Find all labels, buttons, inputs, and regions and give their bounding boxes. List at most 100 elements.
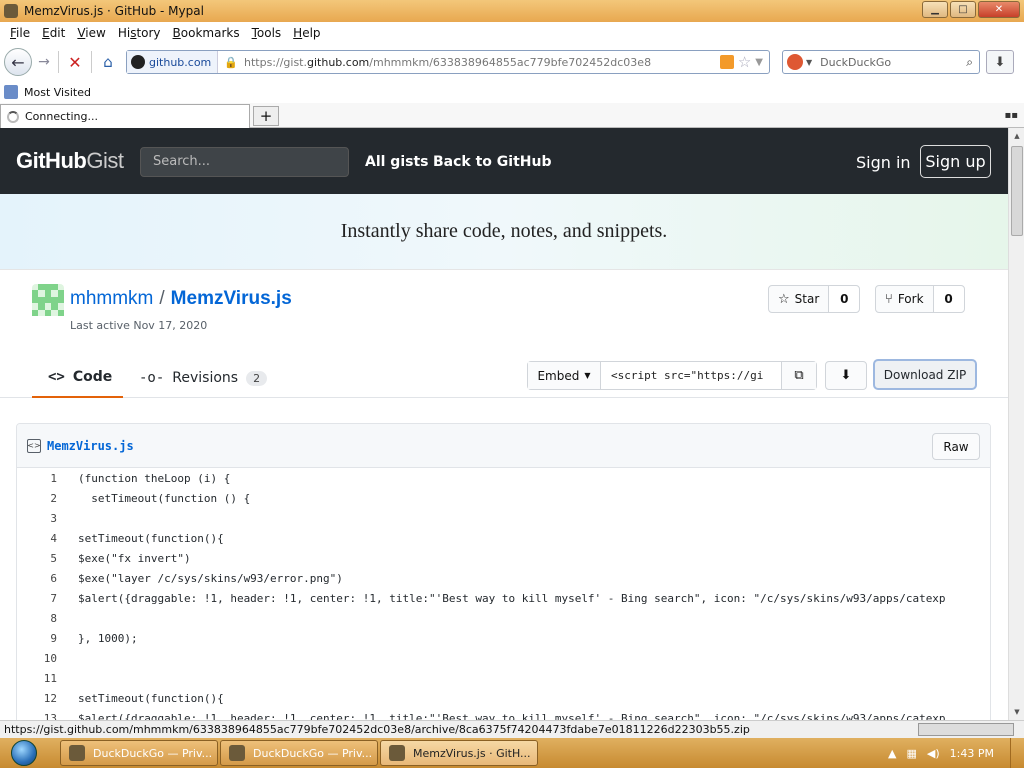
line-number[interactable]: 12 [17,692,57,705]
show-desktop-button[interactable] [1010,738,1024,768]
gist-filename-link[interactable]: MemzVirus.js [171,288,292,309]
star-button-group: ☆ Star 0 [768,285,861,313]
search-input[interactable]: DuckDuckGo [820,56,966,69]
github-favicon-icon [131,55,145,69]
search-engine-dropdown-icon[interactable]: ▼ [806,58,812,67]
close-window-button[interactable]: ✕ [978,1,1020,18]
logo-github-text: GitHub [16,148,87,173]
rss-icon[interactable] [719,55,734,69]
clock[interactable]: 1:43 PM [950,747,994,760]
line-content: $alert({draggable: !1, header: !1, cente… [78,711,946,721]
line-content: setTimeout(function () { [78,491,251,505]
fork-button[interactable]: ⑂ Fork [876,286,934,312]
line-number[interactable]: 7 [17,592,57,605]
avatar[interactable] [32,284,64,316]
line-number[interactable]: 13 [17,712,57,721]
toolbar-separator [91,51,92,73]
gist-search-input[interactable]: Search... [140,147,349,177]
start-button[interactable] [6,738,42,768]
back-button[interactable]: ← [4,48,32,76]
tray-arrow-icon[interactable]: ▲ [888,747,896,760]
copy-icon[interactable]: ⧉ [781,362,816,389]
menu-file[interactable]: File [4,26,36,40]
url-bar[interactable]: github.com 🔒 https://gist.github.com/mhm… [126,50,770,74]
line-content: }, 1000); [78,631,138,645]
taskbar-item[interactable]: DuckDuckGo — Priv... [220,740,378,766]
scroll-up-arrow-icon[interactable]: ▲ [1009,128,1024,144]
fork-count[interactable]: 0 [933,286,964,312]
line-number[interactable]: 3 [17,512,57,525]
tab-revisions[interactable]: -o- Revisions 2 [139,358,268,398]
embed-group: Embed ▼ <script src="https://gi ⧉ [527,361,817,390]
menu-help[interactable]: Help [287,26,326,40]
tab-strip: Connecting... + ▪▪ [0,103,1024,128]
home-button[interactable]: ⌂ [96,50,120,74]
code-line: 7 $alert({draggable: !1, header: !1, cent… [17,588,990,608]
menu-view[interactable]: View [71,26,111,40]
back-to-github-link[interactable]: Back to GitHub [433,154,551,170]
minimize-button[interactable]: ▁ [922,1,948,18]
network-icon[interactable]: ▦ [907,747,917,760]
url-text[interactable]: https://gist.github.com/mhmmkm/633838964… [244,56,720,69]
vertical-scrollbar[interactable]: ▲ ▼ [1008,128,1024,720]
line-number[interactable]: 10 [17,652,57,665]
stop-button[interactable]: ✕ [63,50,87,74]
code-line: 12 setTimeout(function(){ [17,688,990,708]
sign-up-button[interactable]: Sign up [920,145,991,178]
duckduckgo-icon[interactable] [787,54,803,70]
scroll-down-arrow-icon[interactable]: ▼ [1009,704,1024,720]
embed-code-field[interactable]: <script src="https://gi [601,362,781,389]
list-all-tabs-icon[interactable]: ▪▪ [1004,110,1018,121]
window-controls: ▁ □ ✕ [922,1,1020,18]
line-content: setTimeout(function(){ [78,691,224,705]
embed-dropdown[interactable]: Embed ▼ [528,362,601,389]
code-line: 13 $alert({draggable: !1, header: !1, cen… [17,708,990,721]
scrollbar-thumb[interactable] [1011,146,1023,236]
file-name-link[interactable]: MemzVirus.js [47,439,134,453]
code-icon: <> [48,369,65,385]
file-code-icon: <> [27,438,41,453]
menu-bookmarks[interactable]: Bookmarks [167,26,246,40]
menu-history[interactable]: History [112,26,167,40]
all-gists-link[interactable]: All gists [365,154,429,170]
volume-icon[interactable]: ◀) [927,747,940,760]
menu-tools[interactable]: Tools [246,26,288,40]
new-tab-button[interactable]: + [253,106,279,126]
bookmark-most-visited[interactable]: Most Visited [24,86,91,99]
embed-label: Embed [537,368,580,383]
github-gist-logo[interactable]: GitHubGist [16,148,124,174]
site-identity-button[interactable]: github.com [127,51,219,73]
taskbar-item[interactable]: DuckDuckGo — Priv... [60,740,218,766]
raw-button[interactable]: Raw [932,433,980,460]
navigation-toolbar: ← → ✕ ⌂ github.com 🔒 https://gist.github… [0,44,1024,80]
url-dropdown-icon[interactable]: ▼ [755,57,763,68]
site-identity-label: github.com [149,55,212,69]
window-titlebar: MemzVirus.js · GitHub - Mypal ▁ □ ✕ [0,0,1024,22]
line-number[interactable]: 1 [17,472,57,485]
taskbar-item-active[interactable]: MemzVirus.js · GitH... [380,740,538,766]
gist-owner-link[interactable]: mhmmkm [70,288,153,309]
open-desktop-icon[interactable]: ⬇ [825,361,867,390]
line-number[interactable]: 4 [17,532,57,545]
line-number[interactable]: 5 [17,552,57,565]
line-number[interactable]: 11 [17,672,57,685]
search-icon[interactable]: ⌕ [966,55,973,70]
code-line: 1 (function theLoop (i) { [17,468,990,488]
browser-tab[interactable]: Connecting... [0,104,250,128]
line-number[interactable]: 9 [17,632,57,645]
sign-in-link[interactable]: Sign in [856,153,911,172]
line-number[interactable]: 6 [17,572,57,585]
download-zip-button[interactable]: Download ZIP [873,359,977,390]
line-number[interactable]: 2 [17,492,57,505]
tab-code[interactable]: <> Code [32,358,123,398]
star-button[interactable]: ☆ Star [769,286,830,312]
menu-edit[interactable]: Edit [36,26,71,40]
bookmark-star-icon[interactable]: ☆ [738,53,751,71]
search-bar[interactable]: ▼ DuckDuckGo ⌕ [782,50,980,74]
star-count[interactable]: 0 [829,286,860,312]
line-number[interactable]: 8 [17,612,57,625]
maximize-button[interactable]: □ [950,1,976,18]
forward-button[interactable]: → [34,52,54,72]
page-viewport: GitHubGist Search... All gists Back to G… [0,128,1008,720]
downloads-button[interactable]: ⬇ [986,50,1014,74]
